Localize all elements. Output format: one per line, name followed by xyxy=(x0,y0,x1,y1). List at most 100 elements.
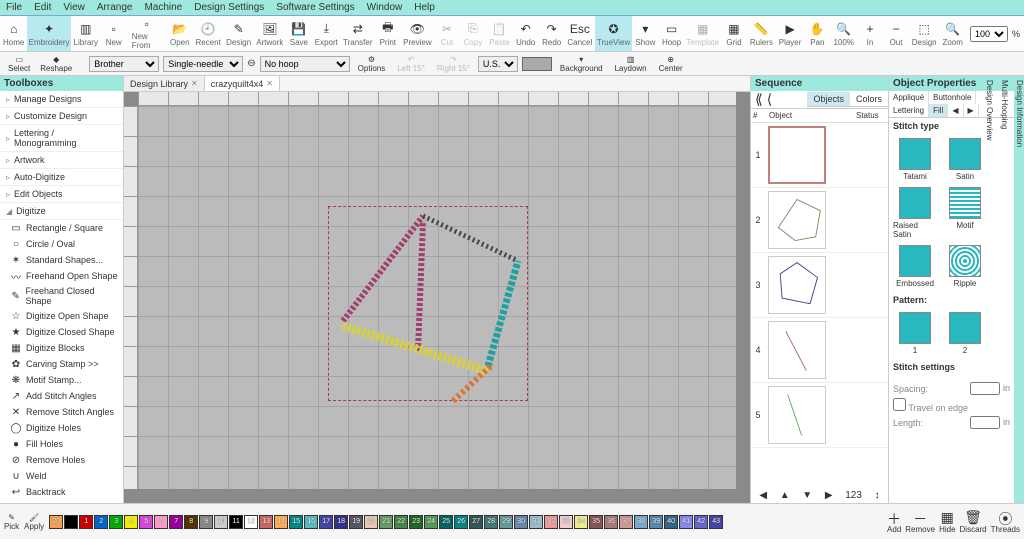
digitize-remove-holes[interactable]: ⊘Remove Holes xyxy=(6,452,123,468)
ribbon-pan[interactable]: ✋Pan xyxy=(804,16,830,51)
ribbon-grid[interactable]: ▦Grid xyxy=(721,16,747,51)
color-swatch[interactable]: 27 xyxy=(469,515,483,529)
digitize-freehand-open-shape[interactable]: 〰Freehand Open Shape xyxy=(6,268,123,284)
menu-view[interactable]: View xyxy=(63,2,85,13)
digitize-motif-stamp-[interactable]: ❋Motif Stamp... xyxy=(6,372,123,388)
color-swatch[interactable]: 20 xyxy=(364,515,378,529)
digitize-fill-holes[interactable]: ●Fill Holes xyxy=(6,436,123,452)
ribbon-recent[interactable]: 🕘Recent xyxy=(193,16,224,51)
menu-software settings[interactable]: Software Settings xyxy=(276,2,354,13)
seq-first-icon[interactable]: ⟪ xyxy=(751,91,767,108)
dock-tab-design-information[interactable]: Design Information xyxy=(1015,80,1024,499)
color-swatch[interactable]: 42 xyxy=(694,515,708,529)
ribbon-undo[interactable]: ↶Undo xyxy=(513,16,539,51)
units-select[interactable]: U.S. xyxy=(478,56,518,72)
menu-window[interactable]: Window xyxy=(367,2,403,13)
close-icon[interactable]: ✕ xyxy=(266,79,273,88)
digitize-remove-stitch-angles[interactable]: ✕Remove Stitch Angles xyxy=(6,404,123,420)
digitize-backtrack[interactable]: ↩Backtrack xyxy=(6,484,123,500)
color-swatch[interactable]: 34 xyxy=(574,515,588,529)
stitch-type-motif[interactable]: Motif xyxy=(943,187,987,239)
ribbon-preview[interactable]: 👁Preview xyxy=(401,16,434,51)
bg-color-swatch[interactable] xyxy=(522,57,552,71)
color-swatch[interactable]: 36 xyxy=(604,515,618,529)
color-swatch[interactable]: 14 xyxy=(274,515,288,529)
color-swatch[interactable]: 33 xyxy=(559,515,573,529)
stitch-type-raised-satin[interactable]: Raised Satin xyxy=(893,187,937,239)
ribbon-artwork[interactable]: 🖼Artwork xyxy=(254,16,286,51)
color-swatch[interactable]: 11 xyxy=(229,515,243,529)
color-swatch[interactable]: 15 xyxy=(289,515,303,529)
tab-crazyquilt4x4[interactable]: crazyquilt4x4✕ xyxy=(205,76,280,91)
background-btn[interactable]: ▾Background xyxy=(556,55,607,73)
dock-tab-design-overview[interactable]: Design Overview xyxy=(985,80,994,499)
ribbon-new[interactable]: ▫New xyxy=(101,16,127,51)
digitize-circle-oval[interactable]: ○Circle / Oval xyxy=(6,236,123,252)
color-swatch[interactable]: 41 xyxy=(679,515,693,529)
stitch-type-ripple[interactable]: Ripple xyxy=(943,245,987,288)
color-swatch[interactable]: 5 xyxy=(139,515,153,529)
seq-prev-icon[interactable]: ⟨ xyxy=(767,91,772,108)
ribbon-home[interactable]: ⌂Home xyxy=(0,16,27,51)
menu-help[interactable]: Help xyxy=(414,2,435,13)
sequence-item-5[interactable]: 5 xyxy=(751,383,888,448)
ribbon-zoom[interactable]: 🔍Zoom xyxy=(939,16,966,51)
eyedropper-icon[interactable]: ✎ xyxy=(8,513,15,522)
colorbar-hide[interactable]: ▦Hide xyxy=(939,509,955,534)
pattern-1[interactable]: 1 xyxy=(893,312,937,355)
ribbon-open[interactable]: 📂Open xyxy=(167,16,193,51)
seq-tab-objects[interactable]: Objects xyxy=(807,92,850,106)
menu-file[interactable]: File xyxy=(6,2,22,13)
ribbon-cut[interactable]: ✂Cut xyxy=(434,16,460,51)
tool-select[interactable]: ▭Select xyxy=(4,55,34,73)
digitize-digitize-blocks[interactable]: ▦Digitize Blocks xyxy=(6,340,123,356)
center-btn[interactable]: ⊕Center xyxy=(655,55,687,73)
color-swatch[interactable]: 29 xyxy=(499,515,513,529)
sequence-item-4[interactable]: 4 xyxy=(751,318,888,383)
options-btn[interactable]: ⚙Options xyxy=(354,55,390,73)
stitch-type-tatami[interactable]: Tatami xyxy=(893,138,937,181)
ribbon-transfer[interactable]: ⇄Transfer xyxy=(341,16,375,51)
needle-select[interactable]: Single-needle xyxy=(163,56,243,72)
color-swatch[interactable]: 40 xyxy=(664,515,678,529)
color-swatch[interactable]: 20 xyxy=(49,515,63,529)
toolbox-digitize[interactable]: ◢Digitize xyxy=(0,203,123,220)
seq-nav-btn[interactable]: ◀ xyxy=(759,490,767,501)
color-swatch[interactable]: 35 xyxy=(589,515,603,529)
sequence-item-1[interactable]: 1 xyxy=(751,123,888,188)
close-icon[interactable]: ✕ xyxy=(191,79,198,88)
color-swatch[interactable]: 32 xyxy=(544,515,558,529)
rotate-left[interactable]: ↶Left 15° xyxy=(393,55,429,73)
digitize-standard-shapes-[interactable]: ✶Standard Shapes... xyxy=(6,252,123,268)
digitize-repeat[interactable]: ↻Repeat xyxy=(6,500,123,503)
ribbon-save[interactable]: 💾Save xyxy=(286,16,312,51)
color-swatch[interactable]: 38 xyxy=(634,515,648,529)
menu-edit[interactable]: Edit xyxy=(34,2,51,13)
color-swatch[interactable]: 6 xyxy=(154,515,168,529)
laydown-btn[interactable]: ▥Laydown xyxy=(611,55,651,73)
ribbon-design[interactable]: ⬚Design xyxy=(909,16,939,51)
color-swatch[interactable]: 22 xyxy=(394,515,408,529)
digitize-weld[interactable]: ∪Weld xyxy=(6,468,123,484)
digitize-rectangle-square[interactable]: ▭Rectangle / Square xyxy=(6,220,123,236)
toolbox-manage-designs[interactable]: ▹Manage Designs xyxy=(0,91,123,108)
ribbon-embroidery[interactable]: ✦Embroidery xyxy=(27,16,70,51)
toolbox-edit-objects[interactable]: ▹Edit Objects xyxy=(0,186,123,203)
embroidery-design[interactable] xyxy=(328,206,528,406)
menu-design settings[interactable]: Design Settings xyxy=(194,2,264,13)
ribbon-paste[interactable]: 📋Paste xyxy=(486,16,513,51)
sequence-item-3[interactable]: 3 xyxy=(751,253,888,318)
color-swatch[interactable]: 37 xyxy=(619,515,633,529)
colorbar-remove[interactable]: －Remove xyxy=(905,509,935,534)
ribbon-in[interactable]: +In xyxy=(857,16,883,51)
color-swatch[interactable]: 1 xyxy=(79,515,93,529)
color-swatch[interactable]: 10 xyxy=(214,515,228,529)
ribbon-design[interactable]: ✎Design xyxy=(223,16,253,51)
color-swatch[interactable]: 4 xyxy=(124,515,138,529)
ribbon-out[interactable]: −Out xyxy=(883,16,909,51)
ribbon-copy[interactable]: ⎘Copy xyxy=(460,16,486,51)
seq-nav-btn[interactable]: 123 xyxy=(845,490,862,501)
ribbon-show[interactable]: ▾Show xyxy=(632,16,658,51)
colorbar-add[interactable]: ＋Add xyxy=(887,509,901,534)
color-swatch[interactable]: 16 xyxy=(304,515,318,529)
